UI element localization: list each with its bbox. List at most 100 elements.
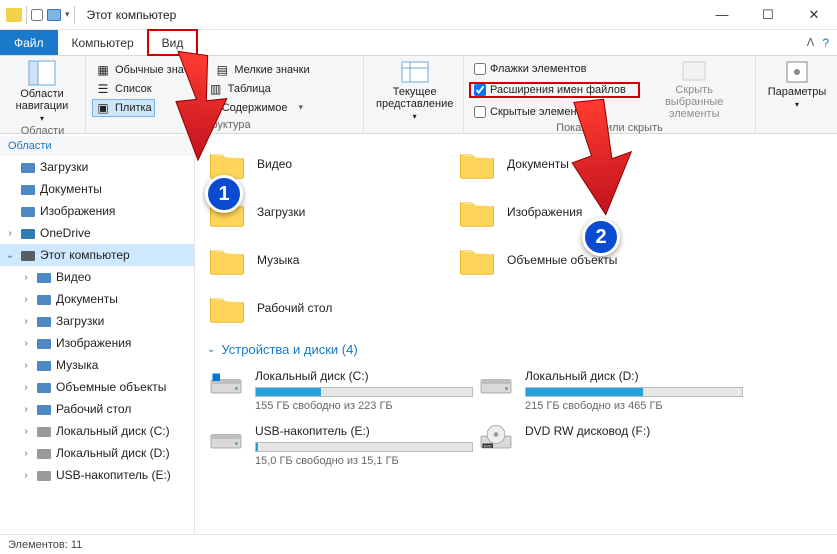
content-pane[interactable]: ВидеоДокументы Загрузки ИзображенияМузыкаО…	[195, 134, 837, 534]
drive-name: DVD RW дисковод (F:)	[525, 424, 743, 438]
drive-icon	[207, 369, 245, 412]
chevron-down-icon[interactable]: ▾	[65, 9, 70, 20]
tree-node[interactable]: ›Загрузки	[0, 310, 194, 332]
chevron-down-icon[interactable]: ▾	[298, 102, 303, 113]
chevron-icon[interactable]: ›	[20, 294, 32, 305]
drive-item[interactable]: USB-накопитель (E:)15,0 ГБ свободно из 1…	[205, 418, 475, 473]
tree-node[interactable]: ⌄Этот компьютер	[0, 244, 194, 266]
tree-node[interactable]: Изображения	[0, 200, 194, 222]
main-area: Области ЗагрузкиДокументыИзображения›One…	[0, 134, 837, 534]
objects3d-icon	[36, 379, 52, 395]
chevron-icon[interactable]: ›	[20, 272, 32, 283]
drive-item[interactable]: DVDDVD RW дисковод (F:)	[475, 418, 745, 473]
checkbox-file-extensions[interactable]: Расширения имен файлов	[470, 83, 639, 97]
titlebar: ▾ Этот компьютер — ☐ ✕	[0, 0, 837, 30]
folder-item[interactable]: Документы	[455, 140, 705, 188]
drive-item[interactable]: Локальный диск (D:)215 ГБ свободно из 46…	[475, 363, 745, 418]
layout-large-icons[interactable]: ▦Обычные значки	[92, 61, 203, 79]
tree-node[interactable]: Документы	[0, 178, 194, 200]
folder-name: Загрузки	[257, 205, 305, 219]
computer-icon	[47, 9, 61, 21]
status-bar: Элементов: 11	[0, 534, 837, 554]
ribbon-group-panes: Области навигации ▾ Области	[0, 56, 86, 133]
maximize-button[interactable]: ☐	[745, 0, 791, 30]
tree-node[interactable]: Загрузки	[0, 156, 194, 178]
checkbox-item-checkboxes[interactable]: Флажки элементов	[470, 62, 639, 76]
chevron-icon[interactable]: ›	[20, 360, 32, 371]
pictures-icon	[36, 335, 52, 351]
layout-small-icons[interactable]: ▤Мелкие значки	[211, 61, 312, 79]
folder-icon	[207, 288, 247, 328]
navigation-pane-button[interactable]: Области навигации ▾	[6, 58, 78, 125]
layout-table[interactable]: ▥Таблица	[205, 80, 274, 98]
tree-node[interactable]: ›Видео	[0, 266, 194, 288]
chevron-icon[interactable]: ›	[20, 316, 32, 327]
options-button[interactable]: Параметры ▾	[762, 58, 832, 133]
ribbon-tabs: Файл Компьютер Вид ᐱ ?	[0, 30, 837, 56]
computer-icon	[20, 247, 36, 263]
qat-checkbox[interactable]	[31, 9, 43, 21]
drive-usage-bar	[255, 442, 473, 452]
drive-icon	[477, 369, 515, 412]
tree-node[interactable]: › Музыка	[0, 354, 194, 376]
desktop-icon	[36, 401, 52, 417]
annotation-badge-1: 1	[205, 175, 243, 213]
tree-node-label: Изображения	[40, 204, 115, 218]
onedrive-icon	[20, 225, 36, 241]
chevron-icon[interactable]: ›	[20, 404, 32, 415]
downloads-icon	[20, 159, 36, 175]
minimize-button[interactable]: —	[699, 0, 745, 30]
hide-selected-button[interactable]: Скрыть выбранные элементы	[639, 58, 749, 122]
annotation-badge-2: 2	[582, 218, 620, 256]
chevron-icon[interactable]: ›	[20, 338, 32, 349]
ribbon-group-label	[370, 131, 457, 133]
layout-list[interactable]: ☰Список	[92, 80, 155, 98]
music-icon	[36, 357, 52, 373]
tree-node-label: OneDrive	[40, 226, 91, 240]
chevron-icon[interactable]: ›	[20, 426, 32, 437]
close-button[interactable]: ✕	[791, 0, 837, 30]
drive-free-text: 155 ГБ свободно из 223 ГБ	[255, 400, 473, 412]
folder-item[interactable]: Объемные объекты	[455, 236, 705, 284]
layout-tiles[interactable]: ▣Плитка	[92, 99, 155, 117]
hide-icon	[681, 60, 707, 82]
tab-view[interactable]: Вид	[148, 30, 198, 55]
chevron-icon[interactable]: ›	[20, 448, 32, 459]
drive-name: Локальный диск (D:)	[525, 369, 743, 383]
folder-item[interactable]: Музыка	[205, 236, 455, 284]
tree-node[interactable]: › OneDrive	[0, 222, 194, 244]
panes-icon	[28, 60, 56, 86]
tree-node-label: Рабочий стол	[56, 402, 131, 416]
folder-item[interactable]: Видео	[205, 140, 455, 188]
drive-free-text: 15,0 ГБ свободно из 15,1 ГБ	[255, 455, 473, 467]
tree-node[interactable]: ›USB-накопитель (E:)	[0, 464, 194, 486]
tab-computer[interactable]: Компьютер	[58, 30, 148, 55]
ribbon-group-label: Структура	[92, 119, 357, 133]
section-drives[interactable]: ⌄ Устройства и диски (4)	[205, 332, 827, 363]
tree-node[interactable]: ›Изображения	[0, 332, 194, 354]
folder-item[interactable]: Изображения	[455, 188, 705, 236]
tree-node[interactable]: ›Объемные объекты	[0, 376, 194, 398]
help-icon[interactable]: ?	[822, 36, 829, 50]
tree-node[interactable]: › Рабочий стол	[0, 398, 194, 420]
tab-file[interactable]: Файл	[0, 30, 58, 55]
layout-content[interactable]: ☷Содержимое	[199, 99, 291, 117]
window-title: Этот компьютер	[87, 8, 177, 22]
checkbox-hidden-items[interactable]: Скрытые элементы	[470, 105, 639, 119]
current-view-button[interactable]: Текущее представление ▾	[370, 58, 459, 131]
folder-item[interactable]: Рабочий стол	[205, 284, 455, 332]
currentview-icon	[400, 60, 430, 84]
tree-node-label: Музыка	[56, 358, 98, 372]
tree-node[interactable]: ›Локальный диск (C:)	[0, 420, 194, 442]
tree-node[interactable]: ›Локальный диск (D:)	[0, 442, 194, 464]
tree-node[interactable]: ›Документы	[0, 288, 194, 310]
video-icon	[36, 269, 52, 285]
navigation-tree[interactable]: Области ЗагрузкиДокументыИзображения›One…	[0, 134, 195, 534]
chevron-icon[interactable]: ›	[4, 228, 16, 239]
collapse-ribbon-icon[interactable]: ᐱ	[807, 36, 815, 49]
ribbon-group-showhide: Флажки элементов Расширения имен файлов …	[464, 56, 756, 133]
chevron-icon[interactable]: ⌄	[4, 250, 16, 261]
chevron-icon[interactable]: ›	[20, 382, 32, 393]
drive-item[interactable]: Локальный диск (C:)155 ГБ свободно из 22…	[205, 363, 475, 418]
chevron-icon[interactable]: ›	[20, 470, 32, 481]
